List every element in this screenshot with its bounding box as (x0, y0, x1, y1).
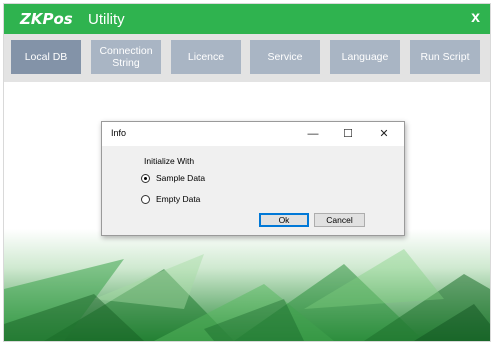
dialog-title: Info (111, 128, 127, 138)
initialize-with-label: Initialize With (144, 156, 195, 166)
app-title: Utility (88, 11, 125, 28)
empty-data-label: Empty Data (156, 194, 201, 204)
dialog-title-bar: Info — ☐ ✕ (102, 122, 404, 146)
nav-connection-string-button[interactable]: Connection String (91, 40, 161, 74)
green-banner-graphic (4, 229, 490, 341)
close-app-button[interactable]: x (471, 9, 480, 27)
nav-licence-button[interactable]: Licence (171, 40, 241, 74)
info-dialog: Info — ☐ ✕ Initialize With Sample Data E… (101, 121, 405, 236)
ok-button[interactable]: Ok (259, 213, 309, 227)
close-icon[interactable]: ✕ (374, 126, 394, 142)
sample-data-option[interactable]: Sample Data (141, 173, 205, 183)
nav-run-script-button[interactable]: Run Script (410, 40, 480, 74)
cancel-button[interactable]: Cancel (314, 213, 365, 227)
empty-data-radio[interactable] (141, 194, 150, 204)
nav-language-button[interactable]: Language (330, 40, 400, 74)
nav-service-button[interactable]: Service (250, 40, 320, 74)
title-bar: ZKPos Utility x (4, 4, 490, 34)
sample-data-label: Sample Data (156, 173, 206, 183)
zkpos-logo: ZKPos (20, 10, 73, 28)
nav-local-db-button[interactable]: Local DB (11, 40, 81, 74)
maximize-icon[interactable]: ☐ (338, 126, 358, 142)
utility-window: ZKPos Utility x Local DB Connection Stri… (4, 4, 490, 341)
sample-data-radio[interactable] (141, 173, 150, 183)
nav-bar: Local DB Connection String Licence Servi… (4, 34, 490, 82)
empty-data-option[interactable]: Empty Data (141, 194, 200, 204)
minimize-icon[interactable]: — (303, 126, 323, 142)
